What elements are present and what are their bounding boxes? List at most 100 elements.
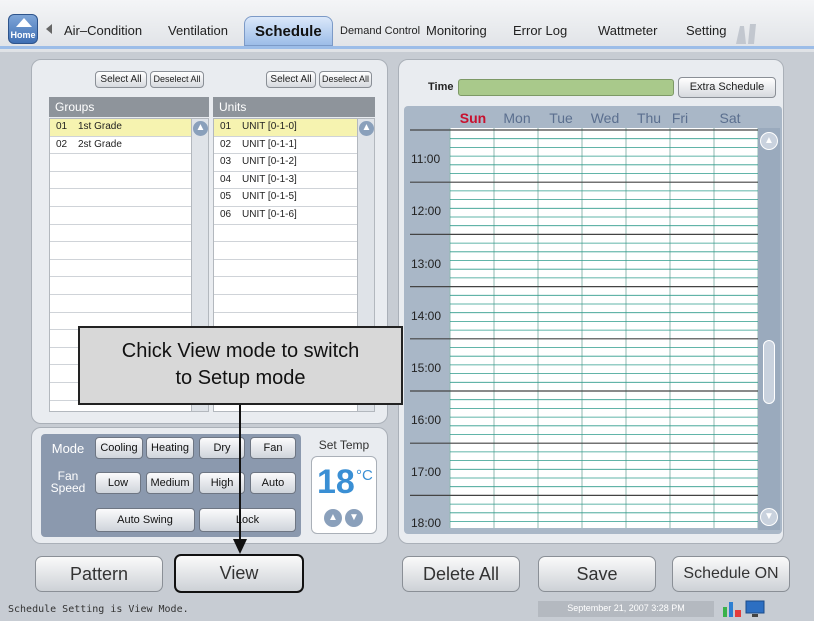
temp-up-icon[interactable]: ▲: [324, 509, 342, 527]
empty-row: [214, 242, 374, 260]
day-fri: Fri: [671, 110, 689, 126]
back-arrow-icon[interactable]: [46, 24, 52, 34]
callout-annotation: Chick View mode to switch to Setup mode: [78, 326, 403, 405]
row-label: UNIT [0-1-5]: [242, 191, 297, 203]
mode-fan-button[interactable]: Fan: [250, 437, 296, 459]
row-label: UNIT [0-1-3]: [242, 173, 297, 185]
day-mon: Mon: [503, 110, 531, 126]
fan-auto-button[interactable]: Auto: [250, 472, 296, 494]
row-number: 05: [220, 191, 232, 203]
set-temp-value: 18: [317, 463, 355, 501]
fan-low-button[interactable]: Low: [95, 472, 141, 494]
grid-background: [450, 128, 758, 528]
pattern-button[interactable]: Pattern: [35, 556, 163, 592]
scroll-up-icon[interactable]: ▲: [359, 121, 374, 136]
list-item[interactable]: 02 UNIT [0-1-1]: [214, 137, 374, 155]
tab-setting[interactable]: Setting: [686, 16, 726, 46]
row-label: UNIT [0-1-0]: [242, 121, 297, 132]
day-thu: Thu: [636, 110, 662, 126]
time-label: Time: [428, 81, 454, 93]
groups-deselect-all-button[interactable]: Deselect All: [150, 71, 204, 88]
tab-air-condition[interactable]: Air–Condition: [64, 16, 142, 46]
empty-row: [50, 189, 208, 207]
list-item[interactable]: 06 UNIT [0-1-6]: [214, 207, 374, 225]
time-13: 13:00: [411, 257, 442, 271]
view-button[interactable]: View: [174, 554, 304, 593]
day-sun: Sun: [459, 110, 487, 126]
list-item[interactable]: 03 UNIT [0-1-2]: [214, 154, 374, 172]
empty-row: [214, 277, 374, 295]
row-label: UNIT [0-1-1]: [242, 138, 297, 150]
row-label: 2st Grade: [78, 138, 122, 150]
tab-demand-control[interactable]: Demand Control: [340, 16, 420, 46]
scroll-up-icon[interactable]: ▲: [193, 121, 208, 136]
top-tab-bar: Home Air–Condition Ventilation Schedule …: [0, 0, 814, 52]
schedule-scrollbar[interactable]: ▲ ▼: [758, 128, 780, 530]
list-item[interactable]: 05 UNIT [0-1-5]: [214, 189, 374, 207]
save-button[interactable]: Save: [538, 556, 656, 592]
monitor-icon[interactable]: [744, 599, 766, 619]
list-item[interactable]: 01 1st Grade: [50, 119, 208, 137]
tab-error-log[interactable]: Error Log: [513, 16, 567, 46]
set-temp-box: 18 °C ▲ ▼: [311, 456, 377, 534]
time-15: 15:00: [411, 361, 442, 375]
time-11: 11:00: [411, 152, 441, 166]
tools-icon: [736, 24, 756, 44]
row-number: 06: [220, 208, 232, 220]
row-number: 02: [220, 138, 232, 150]
time-bar[interactable]: [458, 79, 674, 96]
home-icon: [16, 18, 32, 27]
temp-down-icon[interactable]: ▼: [345, 509, 363, 527]
row-number: 01: [56, 121, 68, 132]
callout-line-1: Chick View mode to switch: [121, 340, 360, 362]
network-status-icon[interactable]: [722, 599, 742, 619]
schedule-on-button[interactable]: Schedule ON: [672, 556, 790, 592]
tab-underline: [0, 46, 814, 49]
row-label: 1st Grade: [78, 121, 122, 132]
fan-medium-button[interactable]: Medium: [146, 472, 194, 494]
delete-all-button[interactable]: Delete All: [402, 556, 520, 592]
list-item[interactable]: 02 2st Grade: [50, 137, 208, 155]
row-number: 04: [220, 173, 232, 185]
callout-arrow: [233, 405, 247, 554]
empty-row: [50, 260, 208, 278]
time-12: 12:00: [411, 204, 442, 218]
tab-monitoring[interactable]: Monitoring: [426, 16, 487, 46]
callout-line-2: to Setup mode: [175, 367, 306, 389]
empty-row: [50, 154, 208, 172]
scroll-up-icon[interactable]: ▲: [760, 132, 778, 150]
list-item[interactable]: 01 UNIT [0-1-0]: [214, 119, 374, 137]
tab-schedule[interactable]: Schedule: [244, 16, 333, 46]
scroll-down-icon[interactable]: ▼: [760, 508, 778, 526]
schedule-grid[interactable]: [410, 128, 758, 528]
status-datetime: September 21, 2007 3:28 PM: [538, 601, 714, 617]
time-14: 14:00: [411, 309, 442, 323]
extra-schedule-button[interactable]: Extra Schedule: [678, 77, 776, 98]
fan-label-line2: Speed: [50, 481, 86, 495]
row-label: UNIT [0-1-2]: [242, 156, 297, 168]
home-button[interactable]: Home: [8, 14, 38, 44]
tab-ventilation[interactable]: Ventilation: [168, 16, 228, 46]
units-deselect-all-button[interactable]: Deselect All: [319, 71, 372, 88]
groups-select-all-button[interactable]: Select All: [95, 71, 147, 88]
empty-row: [214, 295, 374, 313]
empty-row: [50, 207, 208, 225]
time-18: 18:00: [411, 516, 442, 530]
time-16: 16:00: [411, 413, 442, 427]
mode-cooling-button[interactable]: Cooling: [95, 437, 143, 459]
auto-swing-button[interactable]: Auto Swing: [95, 508, 195, 532]
mode-label: Mode: [51, 441, 85, 456]
units-header: Units: [213, 97, 375, 117]
empty-row: [50, 172, 208, 190]
mode-heating-button[interactable]: Heating: [146, 437, 194, 459]
scroll-thumb[interactable]: [763, 340, 775, 404]
tab-wattmeter[interactable]: Wattmeter: [598, 16, 657, 46]
list-item[interactable]: 04 UNIT [0-1-3]: [214, 172, 374, 190]
units-select-all-button[interactable]: Select All: [266, 71, 316, 88]
status-message: Schedule Setting is View Mode.: [8, 604, 189, 615]
set-temp-label: Set Temp: [318, 438, 370, 452]
empty-row: [50, 242, 208, 260]
empty-row: [214, 225, 374, 243]
time-17: 17:00: [411, 465, 442, 479]
empty-row: [50, 295, 208, 313]
